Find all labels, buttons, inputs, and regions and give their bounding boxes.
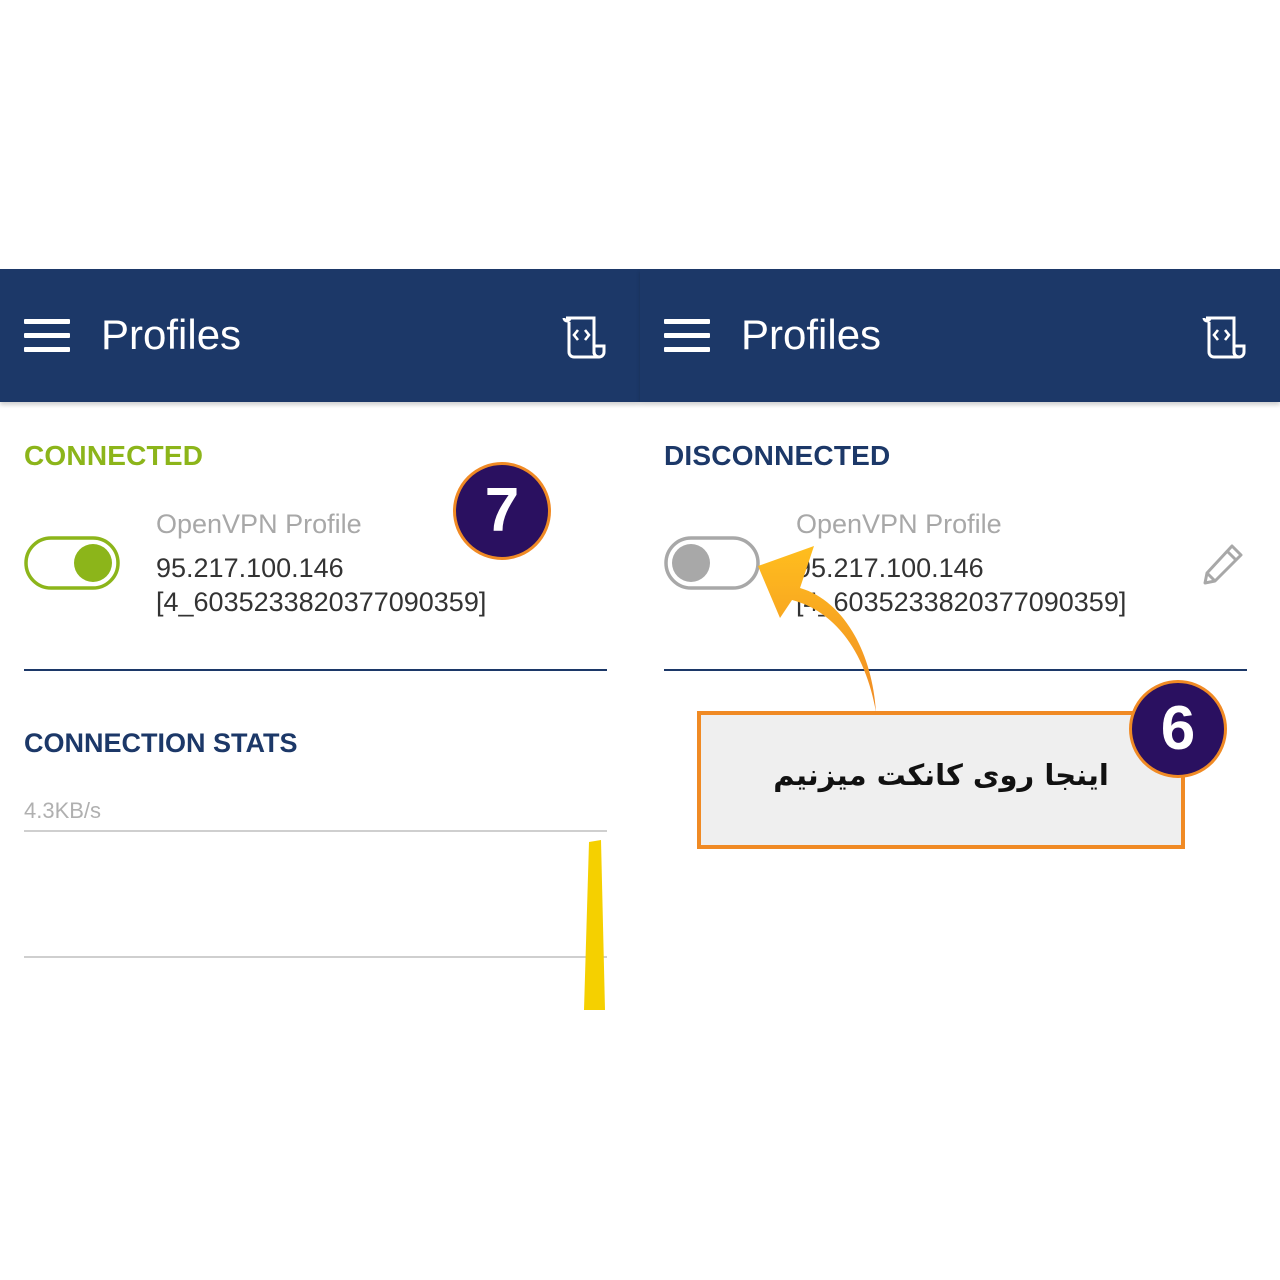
page-title: Profiles [101,311,242,358]
connection-status-label: CONNECTED [24,440,204,471]
connection-toggle-off[interactable] [664,536,760,590]
profile-host: 95.217.100.146 [796,553,984,583]
app-bar: Profiles [640,269,1280,402]
profile-id: [4_6035233820377090359] [796,587,1127,617]
import-file-icon[interactable] [560,312,610,362]
annotation-callout: اینجا روی کانکت میزنیم [697,711,1185,849]
profile-host: 95.217.100.146 [156,553,344,583]
pencil-icon[interactable] [1200,541,1246,587]
step-badge-7: 7 [453,462,551,560]
page-title: Profiles [741,311,882,358]
connection-status-label: DISCONNECTED [664,440,891,471]
hamburger-menu-icon[interactable] [24,319,70,353]
connection-toggle-on[interactable] [24,536,120,590]
import-file-icon[interactable] [1200,312,1250,362]
annotation-text: اینجا روی کانکت میزنیم [773,758,1109,792]
app-bar: Profiles [0,269,640,402]
right-panel: Profiles DISCONNECTED OpenVPN Profile 95… [640,269,1280,1029]
left-panel: Profiles CONNECTED OpenVPN Profile 95.21… [0,269,640,1029]
graph-gridline-bottom [24,956,607,958]
hamburger-menu-icon[interactable] [664,319,710,353]
profile-name: OpenVPN Profile [156,509,362,539]
profile-id: [4_6035233820377090359] [156,587,487,617]
divider [664,669,1247,671]
profile-name: OpenVPN Profile [796,509,1002,539]
connection-stats-title: CONNECTION STATS [24,728,298,758]
step-badge-6: 6 [1129,680,1227,778]
divider [24,669,607,671]
speed-value: 4.3KB/s [24,798,102,823]
graph-gridline-top [24,830,607,832]
